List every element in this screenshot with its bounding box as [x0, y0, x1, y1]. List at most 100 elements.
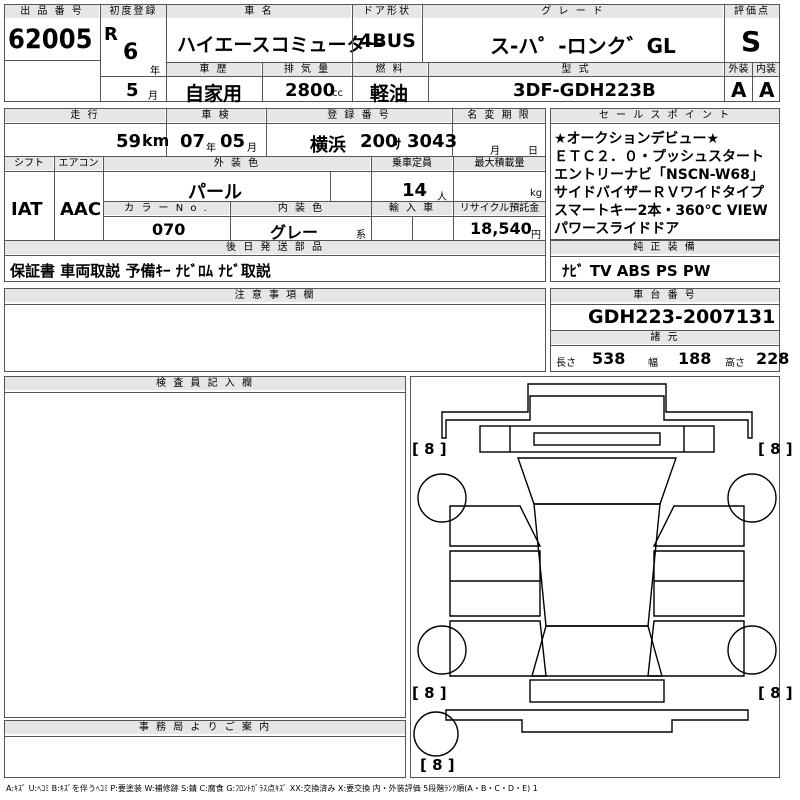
equipment-label: 純 正 装 備 — [551, 241, 779, 254]
lot-label: 出 品 番 号 — [5, 5, 99, 18]
registration-label: 登 録 番 号 — [267, 109, 451, 122]
tire-depth-front-right: [ 8 ] — [758, 440, 793, 458]
grade-label: グ レ ー ド — [423, 5, 723, 18]
km-unit: km — [142, 131, 170, 150]
shift-value: IAT — [11, 199, 43, 220]
sales-point-line: ★オークションデビュー★ — [554, 131, 720, 147]
reg-year: 6 — [123, 40, 139, 65]
ac-label: エアコン — [55, 157, 102, 170]
capacity-label: 乗車定員 — [372, 157, 452, 170]
inspector-label: 検 査 員 記 入 欄 — [5, 377, 405, 390]
inspection-label: 車 検 — [167, 109, 265, 122]
cc-unit: cc — [332, 88, 343, 99]
right-side-rear — [647, 620, 745, 677]
length-value: 538 — [592, 349, 626, 368]
sales-points-label: セ ー ル ス ポ イ ン ト — [551, 109, 779, 122]
ac-value: AAC — [60, 199, 102, 220]
displacement-label: 排 気 量 — [263, 63, 351, 76]
name-change-label: 名 変 期 限 — [453, 109, 545, 122]
rear-bumper — [445, 709, 749, 733]
history-value: 自家用 — [185, 83, 243, 105]
model-value: 3DF-GDH223B — [513, 80, 656, 101]
sales-point-line: サイドバイザーＲＶワイドタイプ — [554, 185, 764, 201]
car-name: ハイエースコミューター — [177, 34, 385, 56]
shift-label: シフト — [5, 157, 53, 170]
name-change-day: 日 — [528, 146, 538, 157]
name-change-month: 月 — [490, 146, 500, 157]
damage-legend: A:ｷｽﾞ U:ﾍｺﾐ B:ｷｽﾞを伴うﾍｺﾐ P:要塗装 W:補修跡 S:錆 … — [6, 784, 538, 793]
sales-point-line: ＥＴＣ２．０・プッシュスタート — [554, 149, 764, 165]
right-side-mid — [653, 550, 745, 617]
import-label: 輸 入 車 — [372, 202, 452, 215]
left-side-front — [449, 505, 542, 547]
reg-number: 3043 — [407, 131, 458, 152]
roof — [533, 503, 661, 627]
tire-depth-front-left: [ 8 ] — [412, 440, 447, 458]
front-bumper — [441, 383, 753, 439]
era-letter: R — [104, 24, 118, 45]
height-value: 228 — [756, 349, 790, 368]
inspector-box — [4, 376, 406, 718]
spare-wheel — [413, 711, 459, 757]
fuel-value: 軽油 — [370, 83, 409, 105]
rear-window — [531, 625, 663, 677]
fuel-label: 燃 料 — [353, 63, 427, 76]
car-diagram — [413, 383, 777, 757]
equipment-value: ﾅﾋﾞ TV ABS PS PW — [562, 262, 711, 280]
interior-grade-label: 内装 — [753, 63, 779, 76]
specs-label: 諸 元 — [551, 331, 779, 344]
interior-grade: A — [759, 78, 775, 102]
lot-number: 62005 — [8, 24, 93, 55]
sales-point-line: スマートキー2本・360°C VIEW — [554, 203, 768, 219]
width-label: 幅 — [648, 358, 658, 369]
inspection-month: 05 — [220, 131, 246, 152]
history-label: 車 歴 — [167, 63, 261, 76]
inspection-month-unit: 月 — [247, 143, 257, 154]
chassis-label: 車 台 番 号 — [551, 289, 779, 302]
left-side-mid — [449, 550, 541, 617]
recycle-unit: 円 — [531, 230, 541, 241]
wheel-rear-right — [727, 625, 777, 675]
first-reg-label: 初度登録 — [101, 5, 166, 18]
exterior-grade-label: 外装 — [725, 63, 752, 76]
car-name-label: 車 名 — [167, 5, 351, 18]
height-label: 高さ — [725, 358, 745, 369]
later-parts-label: 後 日 発 送 部 品 — [5, 241, 545, 254]
inspection-year-unit: 年 — [206, 143, 216, 154]
max-load-unit: kg — [530, 188, 543, 199]
rear-gate — [529, 679, 665, 703]
wheel-front-left — [417, 473, 467, 523]
hood — [479, 425, 715, 453]
office-label: 事 務 局 よ り ご 案 内 — [5, 721, 405, 734]
chassis-number: GDH223-2007131 — [588, 306, 776, 328]
reg-class: 200 — [360, 131, 398, 152]
sales-point-line: パワースライドドア — [554, 221, 680, 237]
front-grille — [533, 432, 661, 446]
tire-depth-rear-left: [ 8 ] — [412, 684, 447, 702]
notes-label: 注 意 事 項 欄 — [5, 289, 545, 302]
reg-month: 5 — [126, 80, 139, 101]
tire-depth-spare: [ 8 ] — [420, 756, 455, 774]
exterior-color-label: 外 装 色 — [104, 157, 370, 170]
tire-depth-rear-right: [ 8 ] — [758, 684, 793, 702]
width-value: 188 — [678, 349, 712, 368]
reg-place: 横浜 — [310, 135, 346, 156]
interior-color-label: 内 装 色 — [231, 202, 371, 215]
sales-point-line: エントリーナビ「NSCN-W68」 — [554, 167, 764, 183]
length-label: 長さ — [556, 358, 576, 369]
door-label: ドア形状 — [353, 5, 421, 18]
score-label: 評価点 — [725, 5, 779, 18]
color-no-label: カ ラ ー N o . — [104, 202, 229, 215]
year-unit: 年 — [150, 66, 160, 77]
score-value: S — [741, 25, 762, 58]
model-label: 型 式 — [429, 63, 723, 76]
mileage-value: 59 — [116, 131, 142, 152]
interior-color-unit: 系 — [356, 230, 366, 241]
mileage-label: 走 行 — [5, 109, 165, 122]
door-type: 4BUS — [359, 30, 416, 52]
reg-kana: ｻ — [394, 137, 401, 153]
windshield — [517, 457, 677, 505]
capacity-value: 14 — [402, 180, 428, 201]
displacement-value: 2800 — [285, 80, 336, 101]
max-load-label: 最大積載量 — [454, 157, 545, 170]
